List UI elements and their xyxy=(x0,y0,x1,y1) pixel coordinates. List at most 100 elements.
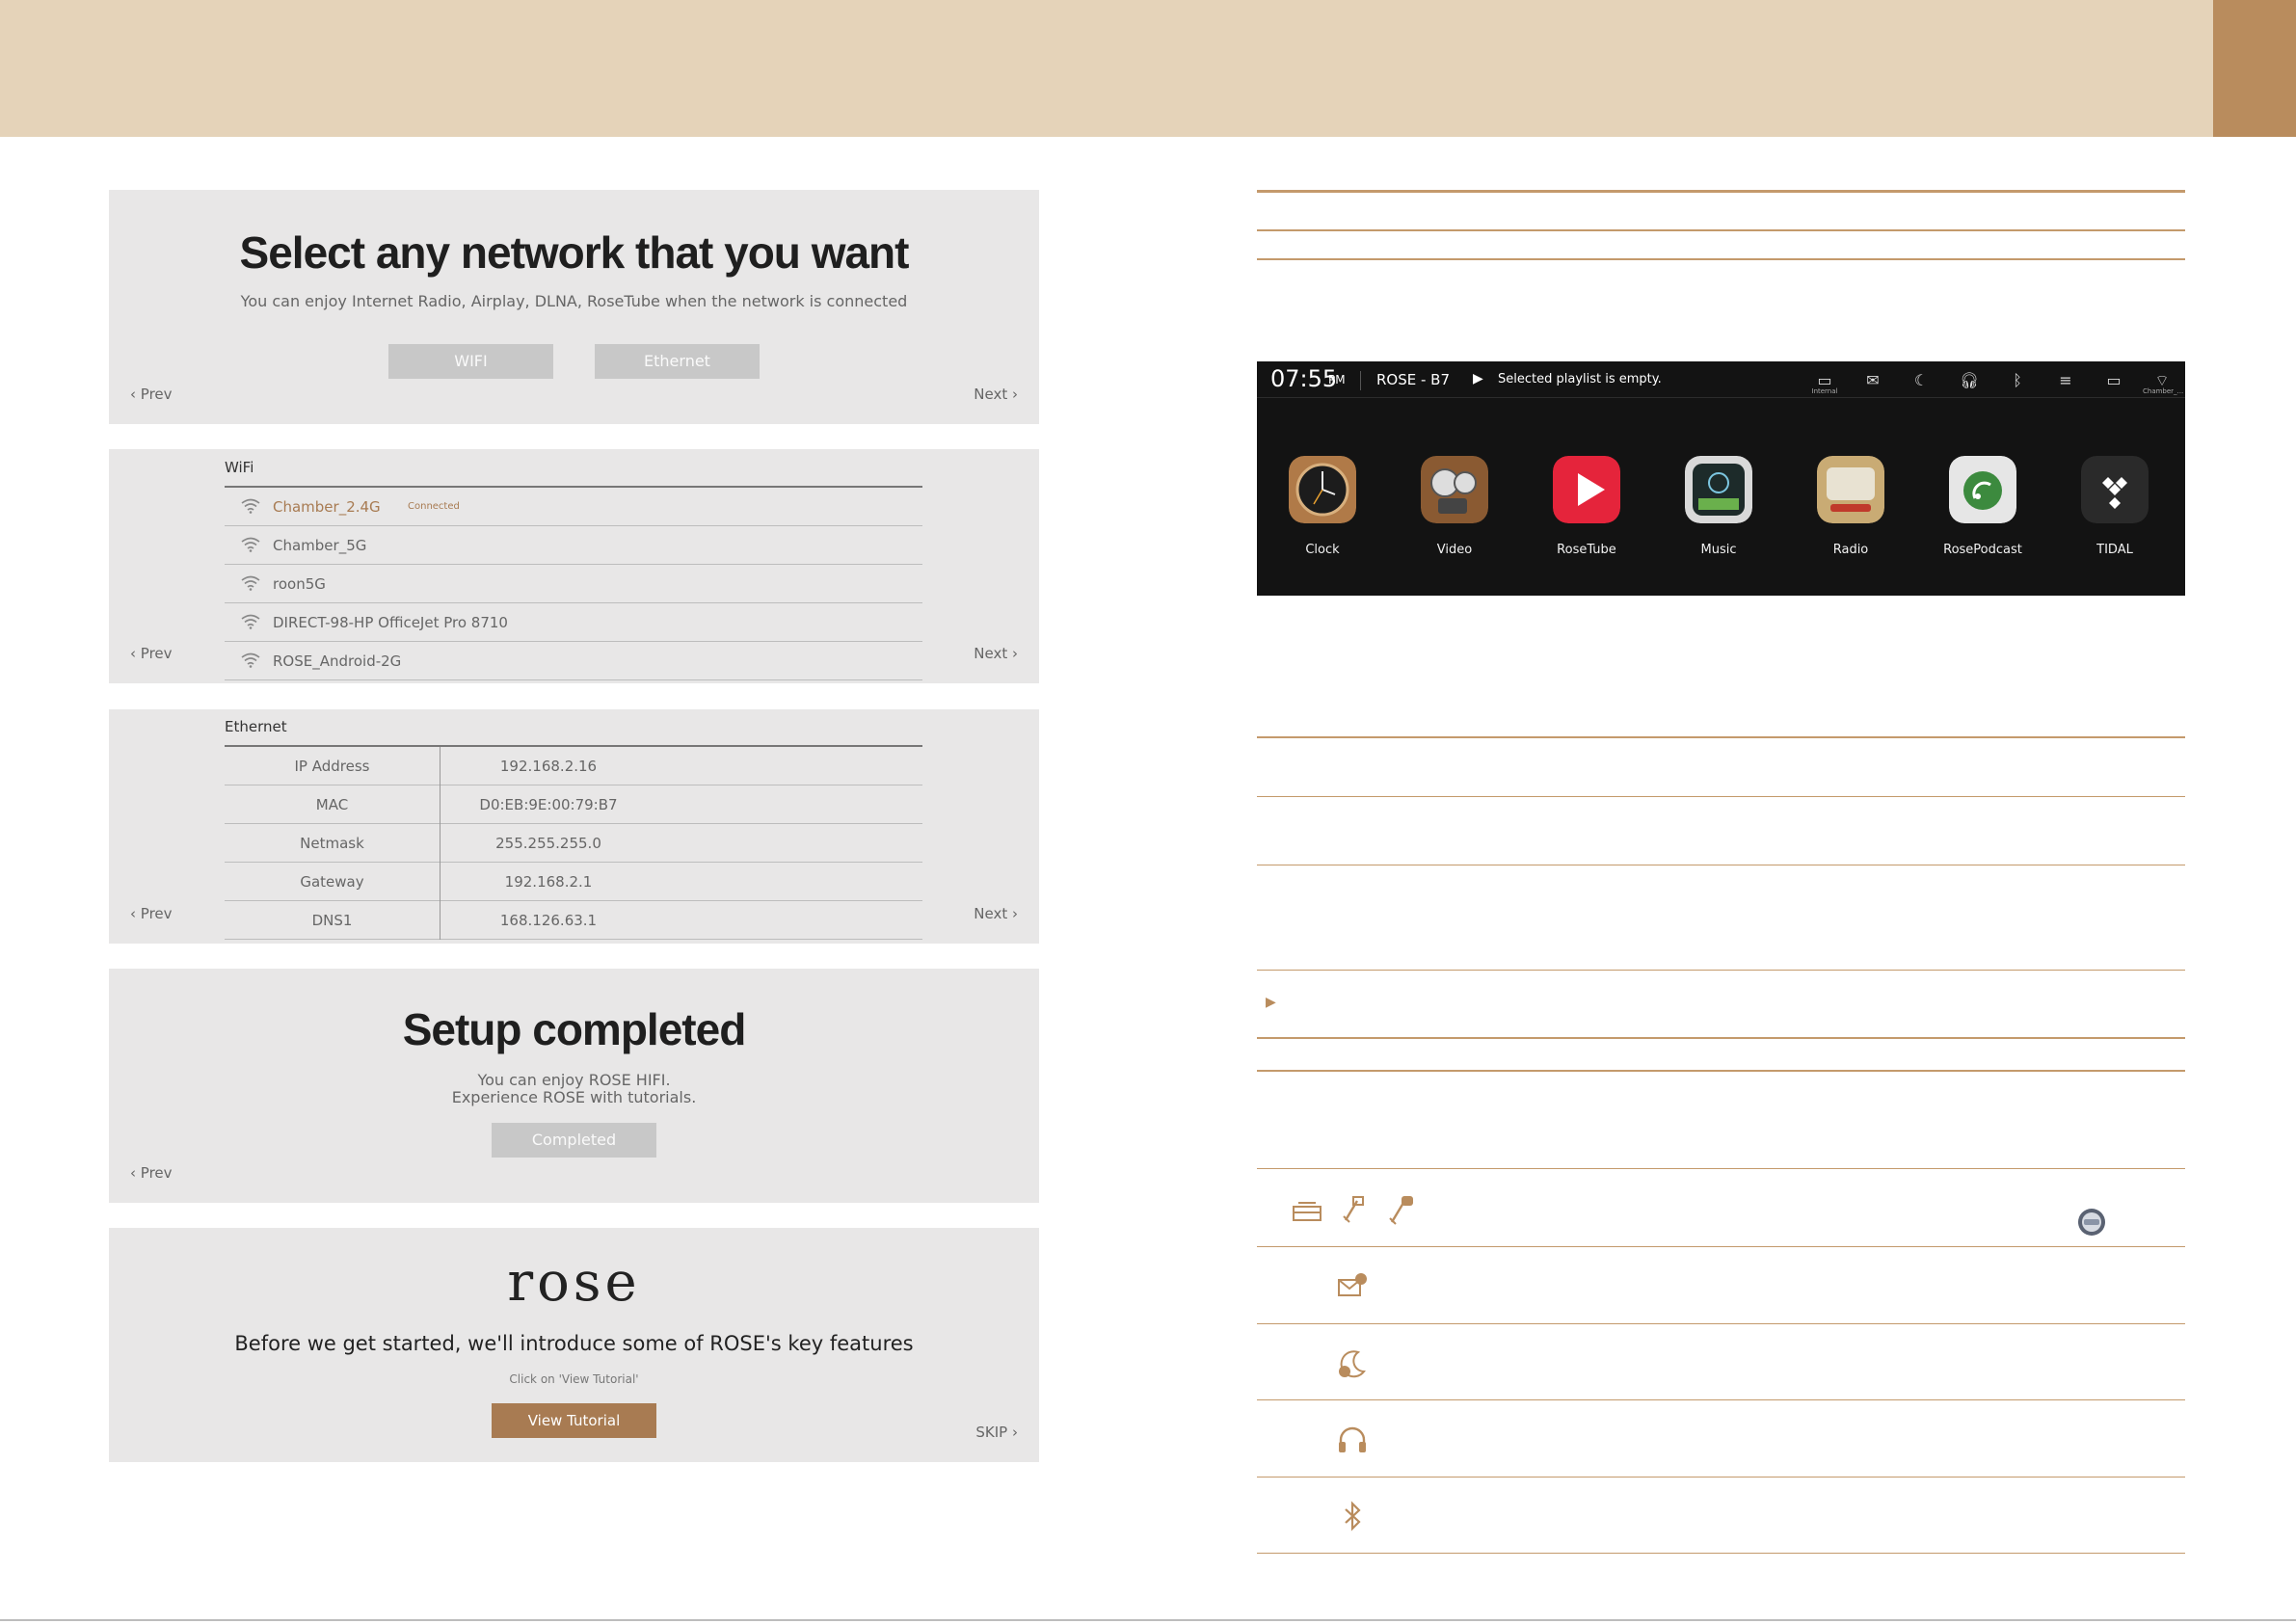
wifi-network-item[interactable]: Chamber_2.4G Connected xyxy=(225,488,922,526)
message-icon xyxy=(1338,1273,1367,1296)
device-name: ROSE - B7 xyxy=(1376,371,1451,388)
app-rosepodcast[interactable]: RosePodcast xyxy=(1935,456,2031,564)
app-radio[interactable]: Radio xyxy=(1802,456,1899,564)
prev-label: Prev xyxy=(140,905,173,922)
app-music[interactable]: Music xyxy=(1670,456,1767,564)
skip-button[interactable]: SKIP › xyxy=(975,1424,1018,1441)
intro-hint: Click on 'View Tutorial' xyxy=(509,1372,639,1386)
network-select-screen: Select any network that you want You can… xyxy=(109,190,1039,424)
network-subtitle: You can enjoy Internet Radio, Airplay, D… xyxy=(240,292,908,310)
ethernet-key: Netmask xyxy=(225,824,441,863)
setup-completed-title: Setup completed xyxy=(402,1004,747,1054)
storage-label: Internal xyxy=(1811,387,1838,395)
cast-icon[interactable]: ▭ xyxy=(2103,370,2124,391)
manual-page: Select any network that you want You can… xyxy=(0,0,2296,1624)
clock-icon xyxy=(1289,456,1356,523)
bluetooth-icon[interactable]: ᛒ xyxy=(2007,370,2028,391)
ethernet-row: DNS1 168.126.63.1 xyxy=(225,901,922,940)
podcast-icon xyxy=(1949,456,2016,523)
message-icon[interactable]: ✉ xyxy=(1862,370,1883,391)
ethernet-value: D0:EB:9E:00:79:B7 xyxy=(479,796,618,813)
divider xyxy=(1257,796,2185,797)
triangle-bullet-icon: ▶ xyxy=(1266,995,1276,1010)
storage-icon xyxy=(1293,1202,1322,1221)
wifi-network-name: ROSE_Android-2G xyxy=(273,652,402,670)
divider xyxy=(1257,970,2185,971)
chevron-right-icon: › xyxy=(1007,645,1018,662)
completed-button[interactable]: Completed xyxy=(492,1123,656,1158)
app-label: RoseTube xyxy=(1557,543,1616,557)
next-label: Next xyxy=(974,386,1008,403)
prev-button[interactable]: ‹ Prev xyxy=(130,905,173,922)
chevron-left-icon: ‹ xyxy=(130,905,141,922)
next-button[interactable]: Next › xyxy=(974,645,1018,662)
ethernet-key: Gateway xyxy=(225,863,441,901)
divider xyxy=(1257,258,2185,260)
app-tidal[interactable]: TIDAL xyxy=(2067,456,2163,564)
view-tutorial-button[interactable]: View Tutorial xyxy=(492,1403,656,1438)
bluetooth-icon xyxy=(1345,1501,1361,1531)
sleep-timer-icon[interactable]: ☾ xyxy=(1910,370,1932,391)
ethernet-title: Ethernet xyxy=(225,718,287,735)
divider xyxy=(1360,371,1361,390)
divider xyxy=(1257,1323,2185,1324)
ethernet-value: 168.126.63.1 xyxy=(499,912,598,929)
next-button[interactable]: Next › xyxy=(974,386,1018,403)
wifi-network-name: DIRECT-98-HP OfficeJet Pro 8710 xyxy=(273,614,508,631)
music-icon xyxy=(1685,456,1752,523)
ethernet-button[interactable]: Ethernet xyxy=(595,344,760,379)
page-title: Select any network that you want xyxy=(239,227,910,278)
playlist-status: Selected playlist is empty. xyxy=(1498,372,1662,386)
status-bar: 07:55 PM ROSE - B7 ▶ Selected playlist i… xyxy=(1257,361,2185,398)
app-label: RosePodcast xyxy=(1943,543,2022,557)
headphone-icon xyxy=(1339,1426,1366,1452)
wifi-icon xyxy=(241,498,260,514)
chevron-left-icon: ‹ xyxy=(130,645,141,662)
wifi-network-item[interactable]: Chamber_5G xyxy=(225,526,922,565)
divider xyxy=(1257,1168,2185,1169)
skip-label: SKIP xyxy=(975,1424,1008,1441)
setup-completed-screen: Setup completed You can enjoy ROSE HIFI.… xyxy=(109,969,1039,1203)
app-label: Video xyxy=(1436,543,1473,557)
settings-sliders-icon[interactable]: ≡ xyxy=(2055,370,2076,391)
wifi-network-name: roon5G xyxy=(273,575,326,593)
tutorial-intro-screen: rose Before we get started, we'll introd… xyxy=(109,1228,1039,1462)
section-tab xyxy=(2213,0,2296,137)
play-icon[interactable]: ▶ xyxy=(1473,371,1483,386)
chevron-right-icon: › xyxy=(1007,905,1018,922)
app-label: Clock xyxy=(1305,543,1340,557)
wifi-network-item[interactable]: roon5G xyxy=(225,565,922,603)
app-video[interactable]: Video xyxy=(1406,456,1503,564)
wifi-network-item[interactable]: ROSE_Android-2G xyxy=(225,642,922,680)
header-band xyxy=(0,0,2213,137)
wifi-network-item[interactable]: DIRECT-98-HP OfficeJet Pro 8710 xyxy=(225,603,922,642)
wifi-network-label: Chamber_... xyxy=(2143,387,2184,395)
rose-logo: rose xyxy=(507,1251,641,1314)
usb-c-icon xyxy=(1389,1196,1413,1225)
footer-rule xyxy=(0,1619,2296,1621)
wifi-list-screen: WiFi Chamber_2.4G Connected Chamber_5G r… xyxy=(109,449,1039,683)
ethernet-value: 255.255.255.0 xyxy=(495,835,601,852)
app-label: Radio xyxy=(1832,543,1869,557)
radio-icon xyxy=(1817,456,1884,523)
next-button[interactable]: Next › xyxy=(974,905,1018,922)
prev-button[interactable]: ‹ Prev xyxy=(130,645,173,662)
app-clock[interactable]: Clock xyxy=(1274,456,1371,564)
wifi-icon xyxy=(241,537,260,552)
divider xyxy=(1257,1246,2185,1247)
app-rosetube[interactable]: RoseTube xyxy=(1538,456,1635,564)
prev-button[interactable]: ‹ Prev xyxy=(130,386,173,403)
ethernet-value: 192.168.2.1 xyxy=(504,873,593,891)
ethernet-row: Netmask 255.255.255.0 xyxy=(225,824,922,863)
wifi-icon xyxy=(241,614,260,629)
prev-button[interactable]: ‹ Prev xyxy=(130,1164,173,1182)
headphone-icon[interactable]: 🎧︎ xyxy=(1959,370,1980,391)
wifi-button[interactable]: WIFI xyxy=(388,344,553,379)
divider xyxy=(1257,190,2185,193)
ethernet-key: IP Address xyxy=(225,747,441,785)
divider xyxy=(1257,1477,2185,1478)
divider xyxy=(1257,736,2185,738)
chevron-right-icon: › xyxy=(1007,1424,1018,1441)
ethernet-row: IP Address 192.168.2.16 xyxy=(225,747,922,785)
app-label: Music xyxy=(1700,543,1737,557)
